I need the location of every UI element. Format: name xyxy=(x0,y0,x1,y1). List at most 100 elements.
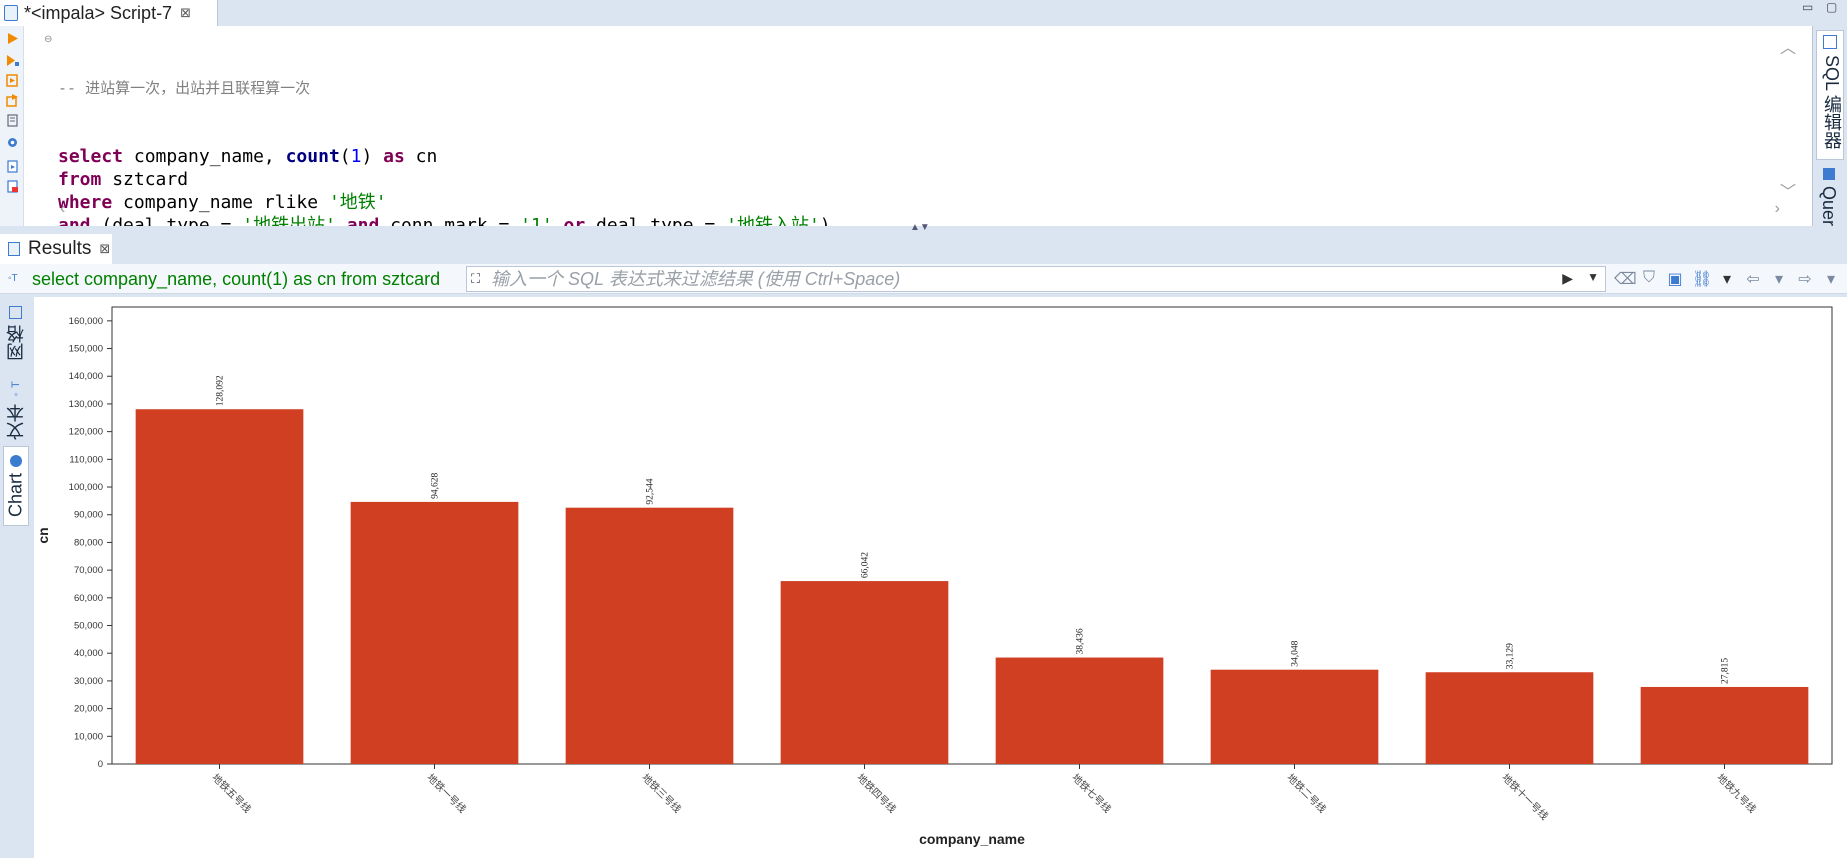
tab-script-7[interactable]: *<impala> Script-7 ⊠ xyxy=(0,0,218,26)
query-manager-icon xyxy=(1823,168,1835,180)
bar-value-label: 38,436 xyxy=(1076,628,1086,654)
code-token: sztcard xyxy=(101,169,189,190)
filter-icon[interactable]: ⛉ xyxy=(1640,269,1658,289)
bar-value-label: 92,544 xyxy=(646,478,656,504)
back-dropdown-icon[interactable]: ▾ xyxy=(1770,269,1788,289)
link-icon[interactable]: ⛓ xyxy=(1692,269,1712,289)
bar xyxy=(350,501,519,764)
y-tick-label: 60,000 xyxy=(74,593,103,604)
y-tick-label: 110,000 xyxy=(69,454,103,465)
y-tick-label: 70,000 xyxy=(74,565,103,576)
bar xyxy=(565,507,734,764)
code-token: from xyxy=(58,169,102,190)
tab-grid[interactable]: 网格 xyxy=(3,304,29,364)
load-script-icon[interactable] xyxy=(6,160,19,173)
execute-script-icon[interactable] xyxy=(6,74,19,87)
scroll-up-icon[interactable]: ︿ xyxy=(1780,34,1796,58)
minimize-icon[interactable]: ▭ xyxy=(1802,0,1813,14)
code-comment: -- 进站算一次，出站并且联程算一次 xyxy=(58,79,311,97)
x-tick-label: 地铁一号线 xyxy=(424,771,469,816)
bar-chart: 0 10,000 20,000 30,000 40,000 50,000 60,000 70,… xyxy=(35,306,1833,847)
filter-box: ⛶ ▶ ▼ xyxy=(466,266,1606,292)
y-tick-label: 30,000 xyxy=(74,676,103,687)
bar-value-label: 94,628 xyxy=(431,473,441,499)
bar-value-label: 34,048 xyxy=(1291,640,1301,666)
tab-text[interactable]: 文本 ◦T xyxy=(3,380,29,442)
filter-history-dropdown-icon[interactable]: ▼ xyxy=(1587,270,1599,284)
scroll-left-icon[interactable]: ‹ xyxy=(60,200,65,218)
explain-plan-icon[interactable] xyxy=(6,114,19,127)
tab-chart[interactable]: Chart xyxy=(3,446,29,526)
scroll-right-icon[interactable]: › xyxy=(1775,200,1780,218)
x-tick-label: 地铁七号线 xyxy=(1069,771,1114,816)
sql-editor[interactable]: ⊖ -- 进站算一次，出站并且联程算一次 select company_name… xyxy=(0,26,1812,283)
bar xyxy=(1425,672,1594,764)
bar xyxy=(995,657,1164,764)
execute-script-new-tab-icon[interactable] xyxy=(6,94,19,107)
y-tick-label: 160,000 xyxy=(69,316,103,327)
results-filter-bar: ◦T select company_name, count(1) as cn f… xyxy=(0,264,1847,294)
x-tick-label: 地铁三号线 xyxy=(639,771,684,816)
panel-splitter[interactable]: ▲▼ xyxy=(0,222,1847,234)
grid-tab-label: 网格 xyxy=(6,325,26,362)
scroll-down-icon[interactable]: ﹀ xyxy=(1780,178,1796,202)
expand-filter-icon[interactable]: ⛶ xyxy=(471,271,480,287)
bar xyxy=(1640,686,1809,764)
forward-icon[interactable]: ⇨ xyxy=(1796,269,1814,289)
splitter-arrows-icon[interactable]: ▲▼ xyxy=(910,222,930,233)
query-text-icon: ◦T xyxy=(8,273,18,284)
maximize-icon[interactable]: ▢ xyxy=(1826,0,1837,14)
editor-tabbar: *<impala> Script-7 ⊠ ▭ ▢ xyxy=(0,0,1847,26)
horizontal-scrollbar[interactable]: ‹ › xyxy=(60,200,1780,218)
tab-results[interactable]: Results ⊠ xyxy=(0,234,112,264)
query-text: select company_name, count(1) as cn from… xyxy=(32,269,441,289)
code-comment-line: -- 进站算一次，出站并且联程算一次 xyxy=(42,76,1790,99)
code-token: 1 xyxy=(350,146,362,167)
y-tick-label: 130,000 xyxy=(69,399,103,410)
bar xyxy=(1210,669,1379,764)
close-tab-icon[interactable]: ⊠ xyxy=(180,5,191,21)
y-tick-label: 120,000 xyxy=(69,427,103,438)
chart-tab-label: Chart xyxy=(5,473,26,518)
code-token: ( xyxy=(339,146,351,167)
filter-input[interactable] xyxy=(467,267,1547,291)
save-script-icon[interactable] xyxy=(6,180,19,193)
results-tabbar: Results ⊠ xyxy=(0,234,1847,264)
link-dropdown-icon[interactable]: ▾ xyxy=(1718,269,1736,289)
close-results-icon[interactable]: ⊠ xyxy=(99,241,110,257)
sql-editor-icon xyxy=(1823,35,1837,49)
query-manager-label: Quer xyxy=(1819,186,1839,227)
code-token: ) xyxy=(361,146,384,167)
tab-query-manager[interactable]: Quer xyxy=(1816,166,1844,226)
results-tab-label: Results xyxy=(28,238,92,259)
execute-statement-icon[interactable] xyxy=(6,32,19,45)
code-token: as xyxy=(383,146,405,167)
text-icon: ◦T xyxy=(10,381,22,401)
results-view-tabs: 网格 文本 ◦T Chart xyxy=(0,294,32,858)
code-token: select xyxy=(58,146,124,167)
code-token: count xyxy=(285,146,340,167)
back-icon[interactable]: ⇦ xyxy=(1744,269,1762,289)
code-token: company_name, xyxy=(123,146,286,167)
settings-gear-icon[interactable] xyxy=(6,136,19,149)
x-tick-label: 地铁九号线 xyxy=(1714,771,1759,816)
chart-panel: 0 10,000 20,000 30,000 40,000 50,000 60,000 70,… xyxy=(34,297,1847,858)
y-tick-label: 10,000 xyxy=(74,731,103,742)
results-grid-icon xyxy=(8,242,20,256)
x-axis-title: company_name xyxy=(919,831,1025,847)
bar-value-label: 66,042 xyxy=(861,552,871,578)
eraser-icon[interactable]: ⌫ xyxy=(1614,269,1637,289)
apply-filter-icon[interactable]: ▶ xyxy=(1562,270,1573,287)
editor-toolbar xyxy=(0,26,24,226)
execute-in-new-tab-icon[interactable] xyxy=(6,54,19,67)
x-tick-label: 地铁五号线 xyxy=(209,771,254,816)
save-filter-icon[interactable]: ▣ xyxy=(1666,269,1684,289)
y-tick-label: 0 xyxy=(98,759,103,770)
y-tick-label: 40,000 xyxy=(74,648,103,659)
tab-sql-editor[interactable]: SQL 编辑器 xyxy=(1816,30,1844,160)
bar xyxy=(780,581,949,764)
y-tick-label: 100,000 xyxy=(69,482,103,493)
right-side-panel: SQL 编辑器 Quer xyxy=(1812,26,1847,226)
x-tick-label: 地铁四号线 xyxy=(854,771,899,816)
forward-dropdown-icon[interactable]: ▾ xyxy=(1822,269,1840,289)
